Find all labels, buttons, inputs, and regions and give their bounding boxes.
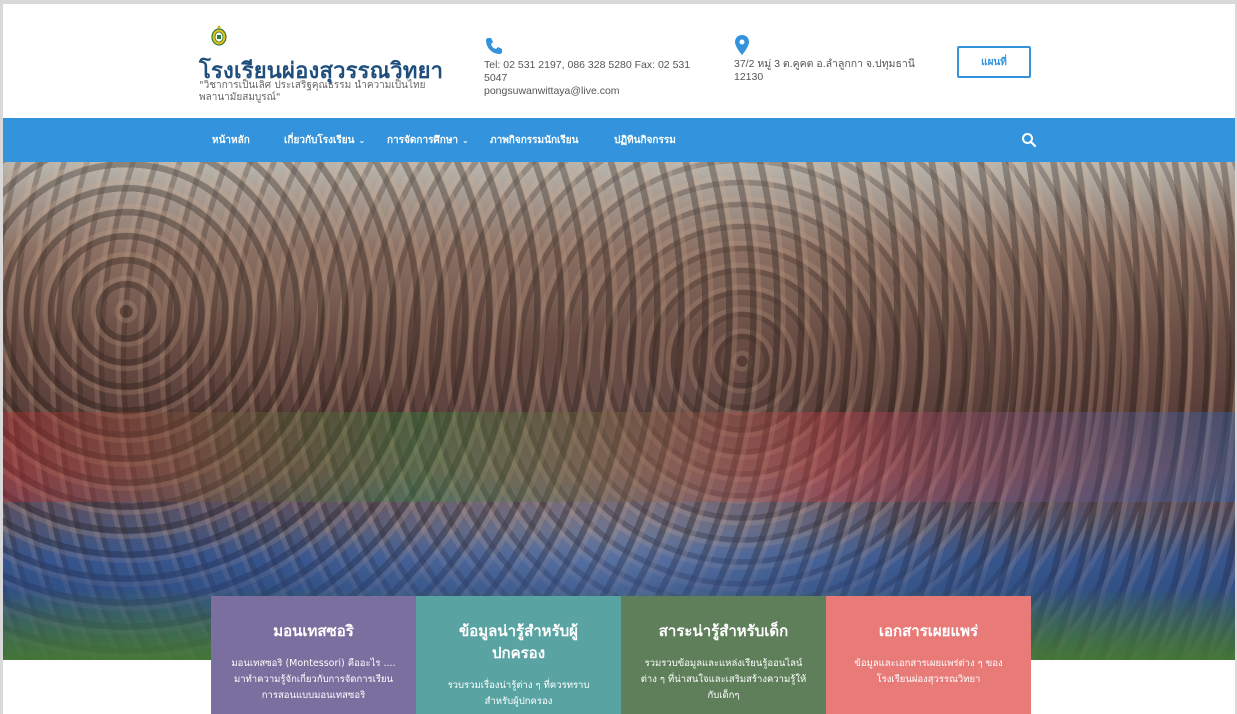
nav-item-label: หน้าหลัก bbox=[212, 134, 250, 146]
nav-item-activity-photos[interactable]: ภาพกิจกรรมนักเรียน bbox=[490, 118, 578, 162]
feature-card-kids[interactable]: สาระน่ารู้สำหรับเด็ก รวมรวบข้อมูลและแหล่… bbox=[621, 596, 826, 714]
card-text: มอนเทสซอริ (Montessori) คืออะไร .... มาท… bbox=[231, 658, 396, 701]
card-text: ข้อมูลและเอกสารเผยแพร่ต่าง ๆ ของโรงเรียน… bbox=[854, 658, 1003, 685]
card-text: รวบรวมเรื่องน่ารู้ต่าง ๆ ที่ควรทราบสำหรั… bbox=[447, 680, 590, 707]
feature-card-montessori[interactable]: มอนเทสซอริ มอนเทสซอริ (Montessori) คืออะ… bbox=[211, 596, 416, 714]
location-pin-icon bbox=[735, 35, 749, 55]
nav-item-home[interactable]: หน้าหลัก bbox=[212, 118, 250, 162]
main-navbar: หน้าหลัก เกี่ยวกับโรงเรียน ⌄ การจัดการศึ… bbox=[3, 118, 1235, 162]
chevron-down-icon: ⌄ bbox=[462, 135, 469, 145]
feature-card-parents[interactable]: ข้อมูลน่ารู้สำหรับผู้ปกครอง รวบรวมเรื่อง… bbox=[416, 596, 621, 714]
school-logo-icon[interactable] bbox=[211, 24, 227, 46]
card-text: รวมรวบข้อมูลและแหล่งเรียนรู้ออนไลน์ต่าง … bbox=[640, 658, 807, 701]
site-tagline: "วิชาการเป็นเลิศ ประเสริฐคุณธรรม นำความเ… bbox=[199, 80, 426, 103]
phone-text: Tel: 02 531 2197, 086 328 5280 Fax: 02 5… bbox=[484, 59, 691, 84]
nav-item-label: เกี่ยวกับโรงเรียน bbox=[284, 134, 355, 146]
nav-item-calendar[interactable]: ปฏิทินกิจกรรม bbox=[614, 118, 676, 162]
map-button[interactable]: แผนที่ bbox=[957, 46, 1031, 78]
card-title: สาระน่ารู้สำหรับเด็ก bbox=[658, 622, 789, 640]
chevron-down-icon: ⌄ bbox=[358, 135, 366, 145]
card-title: เอกสารเผยแพร่ bbox=[878, 622, 979, 640]
nav-item-label: ภาพกิจกรรมนักเรียน bbox=[490, 134, 579, 146]
nav-item-label: การจัดการศึกษา bbox=[387, 134, 459, 146]
card-title: มอนเทสซอริ bbox=[273, 622, 354, 640]
search-icon[interactable] bbox=[1021, 132, 1037, 148]
feature-card-documents[interactable]: เอกสารเผยแพร่ ข้อมูลและเอกสารเผยแพร่ต่าง… bbox=[826, 596, 1031, 714]
nav-item-about[interactable]: เกี่ยวกับโรงเรียน ⌄ bbox=[284, 118, 365, 162]
email-text: pongsuwanwittaya@live.com bbox=[484, 85, 620, 97]
nav-item-label: ปฏิทินกิจกรรม bbox=[614, 134, 676, 146]
hero-banner-image bbox=[3, 162, 1235, 660]
phone-icon bbox=[486, 38, 502, 54]
nav-item-education[interactable]: การจัดการศึกษา ⌄ bbox=[387, 118, 469, 162]
hero-color-band bbox=[3, 412, 1235, 502]
card-title: ข้อมูลน่ารู้สำหรับผู้ปกครอง bbox=[459, 622, 578, 662]
page: โรงเรียนผ่องสุวรรณวิทยา "วิชาการเป็นเลิศ… bbox=[3, 4, 1235, 714]
address-text: 37/2 หมู่ 3 ต.คูคต อ.ลำลูกกา จ.ปทุมธานี … bbox=[734, 58, 915, 83]
site-header: โรงเรียนผ่องสุวรรณวิทยา "วิชาการเป็นเลิศ… bbox=[3, 4, 1235, 118]
